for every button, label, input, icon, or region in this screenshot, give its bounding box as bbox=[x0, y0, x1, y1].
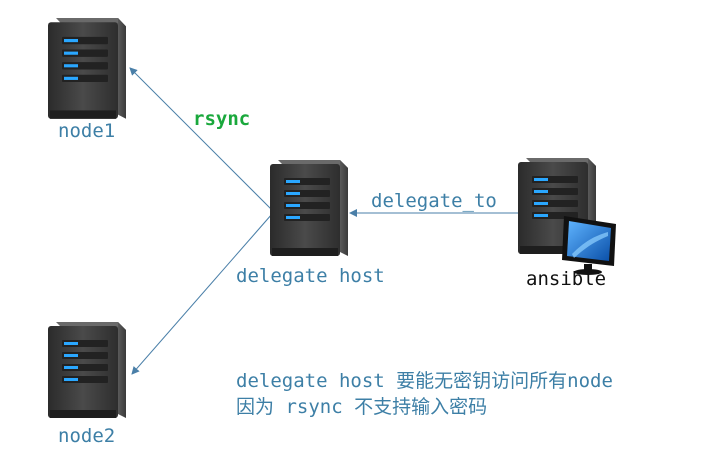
monitor-icon bbox=[562, 216, 616, 275]
ansible-label: ansible bbox=[526, 268, 607, 290]
node1-label: node1 bbox=[58, 120, 116, 142]
note-line-2: 因为 rsync 不支持输入密码 bbox=[236, 396, 488, 418]
node2-server-icon bbox=[48, 322, 126, 418]
edge-delegate-to-node2 bbox=[131, 213, 273, 375]
delegate-host-label: delegate host bbox=[236, 265, 385, 287]
edge-delegate-to-node1 bbox=[129, 67, 273, 211]
note-text: delegate host 要能无密钥访问所有node 因为 rsync 不支持… bbox=[236, 368, 613, 420]
note-line-1: delegate host 要能无密钥访问所有node bbox=[236, 370, 613, 392]
node1-server-icon bbox=[48, 18, 126, 119]
rsync-edge-label: rsync bbox=[193, 108, 251, 130]
delegate-to-edge-label: delegate_to bbox=[371, 190, 497, 212]
delegate-host-server-icon bbox=[270, 160, 348, 256]
node2-label: node2 bbox=[58, 425, 116, 447]
